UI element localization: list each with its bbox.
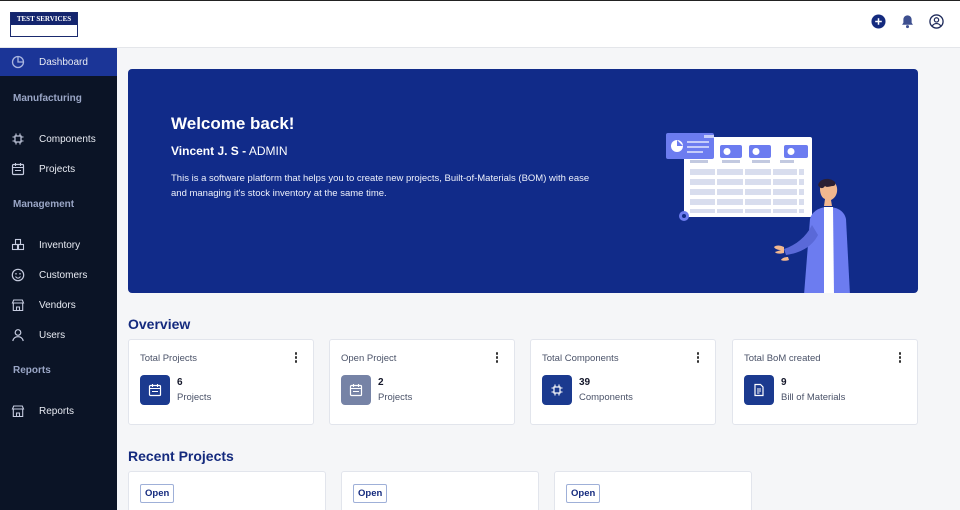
stat-card-total-bom[interactable]: Total BoM created 9 Bill of Materials <box>732 339 918 425</box>
sidebar-item-dashboard[interactable]: Dashboard <box>0 48 117 76</box>
more-options-icon[interactable] <box>293 351 299 365</box>
card-unit: Bill of Materials <box>781 392 846 403</box>
more-options-icon[interactable] <box>494 351 500 365</box>
sidebar-item-components[interactable]: Components <box>0 125 117 153</box>
sidebar-item-label: Inventory <box>39 240 81 251</box>
card-title: Open Project <box>341 353 397 364</box>
add-button[interactable] <box>868 11 888 31</box>
recent-project-card[interactable]: Open <box>554 471 752 510</box>
status-badge: Open <box>566 484 601 503</box>
sidebar-item-label: Vendors <box>39 300 76 311</box>
sidebar-item-label: Dashboard <box>39 57 88 68</box>
sidebar-item-label: Reports <box>39 406 75 417</box>
calendar-icon <box>148 384 162 397</box>
dashboard-illustration <box>666 133 850 293</box>
user-role: ADMIN <box>246 144 288 158</box>
card-value: 6 <box>177 377 183 388</box>
stat-card-total-projects[interactable]: Total Projects 6 Projects <box>128 339 314 425</box>
card-unit: Projects <box>177 392 212 403</box>
sidebar-item-vendors[interactable]: Vendors <box>0 291 117 319</box>
notifications-button[interactable] <box>897 11 917 31</box>
welcome-description: This is a software platform that helps y… <box>171 173 590 199</box>
card-title: Total BoM created <box>744 353 821 364</box>
plus-circle-icon <box>870 13 886 29</box>
sidebar-item-projects[interactable]: Projects <box>0 155 117 183</box>
sidebar: Dashboard Manufacturing Components Proje… <box>0 48 117 510</box>
profile-button[interactable] <box>926 11 946 31</box>
logo[interactable]: TEST SERVICES <box>10 12 78 37</box>
boxes-icon <box>11 238 25 251</box>
logo-text: TEST SERVICES <box>11 13 77 25</box>
pie-chart-icon <box>11 55 25 69</box>
status-badge: Open <box>140 484 175 503</box>
card-icon-badge <box>140 375 170 405</box>
card-value: 39 <box>579 377 591 388</box>
user-icon <box>12 329 24 342</box>
user-name: Vincent J. S - <box>171 144 247 158</box>
sidebar-item-customers[interactable]: Customers <box>0 261 117 289</box>
store-icon <box>11 405 25 418</box>
sidebar-item-reports[interactable]: Reports <box>0 397 117 425</box>
sidebar-item-label: Projects <box>39 164 76 175</box>
more-options-icon[interactable] <box>897 351 903 365</box>
section-header-reports: Reports <box>13 365 51 376</box>
sidebar-item-label: Components <box>39 134 96 145</box>
sidebar-item-inventory[interactable]: Inventory <box>0 231 117 259</box>
user-greeting: Vincent J. S - ADMIN <box>171 144 287 158</box>
status-badge: Open <box>353 484 388 503</box>
sidebar-item-users[interactable]: Users <box>0 321 117 349</box>
top-bar: TEST SERVICES <box>0 0 960 48</box>
more-options-icon[interactable] <box>695 351 701 365</box>
card-value: 2 <box>378 377 384 388</box>
top-actions <box>868 11 946 31</box>
card-title: Total Projects <box>140 353 198 364</box>
smile-icon <box>11 268 25 282</box>
user-circle-icon <box>928 13 944 29</box>
recent-project-card[interactable]: Open <box>341 471 539 510</box>
overview-title: Overview <box>128 316 191 332</box>
chip-icon <box>551 384 563 396</box>
section-header-manufacturing: Manufacturing <box>13 93 82 104</box>
bell-icon <box>901 14 913 28</box>
store-icon <box>11 299 25 312</box>
chip-icon <box>12 133 24 145</box>
stat-card-open-project[interactable]: Open Project 2 Projects <box>329 339 515 425</box>
document-icon <box>754 383 764 397</box>
card-icon-badge <box>542 375 572 405</box>
card-icon-badge <box>744 375 774 405</box>
card-value: 9 <box>781 377 787 388</box>
stat-card-total-components[interactable]: Total Components 39 Components <box>530 339 716 425</box>
sidebar-item-label: Users <box>39 330 66 341</box>
section-header-management: Management <box>13 199 75 210</box>
calendar-icon <box>349 384 363 397</box>
card-unit: Components <box>579 392 633 403</box>
welcome-banner: Welcome back! Vincent J. S - ADMIN This … <box>128 69 918 293</box>
calendar-icon <box>11 163 25 176</box>
card-title: Total Components <box>542 353 619 364</box>
recent-project-card[interactable]: Open <box>128 471 326 510</box>
recent-projects-title: Recent Projects <box>128 448 234 464</box>
card-icon-badge <box>341 375 371 405</box>
card-unit: Projects <box>378 392 413 403</box>
welcome-title: Welcome back! <box>171 114 295 133</box>
sidebar-item-label: Customers <box>39 270 88 281</box>
